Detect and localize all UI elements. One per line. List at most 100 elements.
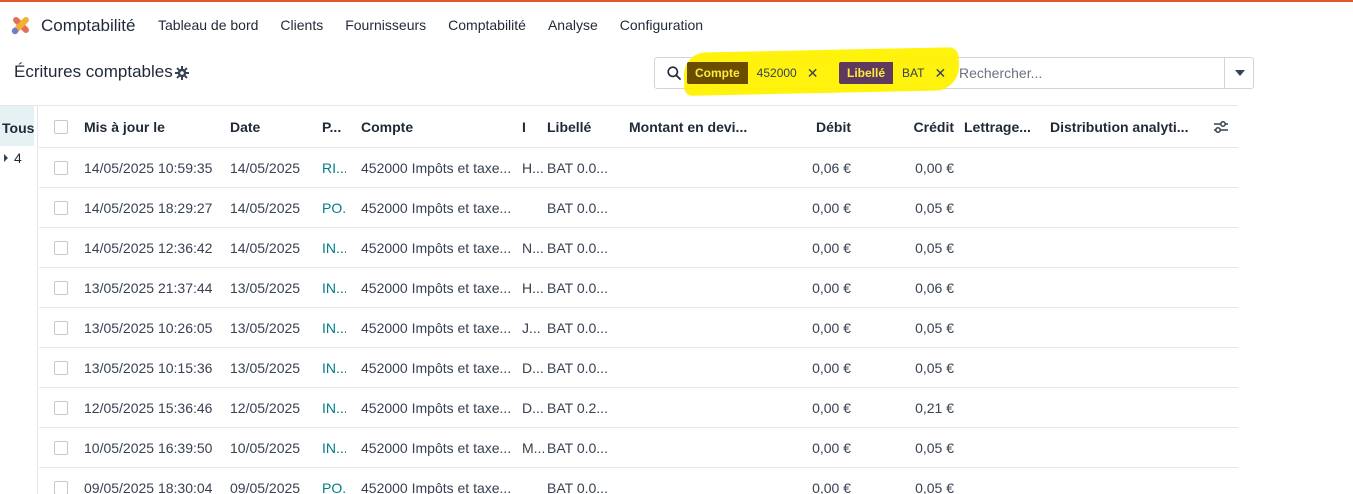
cell-debit: 0,00 € <box>812 400 851 416</box>
cell-label: BAT 0.0... <box>547 480 608 494</box>
cell-journal[interactable]: IN... <box>322 388 346 428</box>
gear-icon[interactable] <box>175 66 189 80</box>
cell-i: D... <box>522 360 544 376</box>
cell-updated: 14/05/2025 12:36:42 <box>84 240 213 256</box>
header-date[interactable]: Date <box>230 106 310 148</box>
cell-date: 12/05/2025 <box>230 400 301 416</box>
header-updated[interactable]: Mis à jour le <box>84 106 219 148</box>
header-label[interactable]: Libellé <box>547 106 622 148</box>
cell-date: 14/05/2025 <box>230 160 301 176</box>
table-row[interactable]: 09/05/2025 18:30:04 09/05/2025 PO... 452… <box>39 468 1238 494</box>
cell-journal[interactable]: IN... <box>322 228 346 268</box>
table-row[interactable]: 14/05/2025 10:59:35 14/05/2025 RI... 452… <box>39 148 1238 188</box>
header-credit[interactable]: Crédit <box>879 106 954 148</box>
row-checkbox[interactable] <box>54 361 68 375</box>
odoo-accounting-logo-icon[interactable] <box>10 14 32 36</box>
sliders-icon[interactable] <box>1213 120 1229 134</box>
menu-vendors[interactable]: Fournisseurs <box>334 17 437 33</box>
cell-credit: 0,21 € <box>915 400 954 416</box>
cell-label: BAT 0.0... <box>547 240 608 256</box>
menu-configuration[interactable]: Configuration <box>609 17 714 33</box>
menu-customers[interactable]: Clients <box>269 17 334 33</box>
close-icon[interactable]: ✕ <box>803 62 825 84</box>
menu-reporting[interactable]: Analyse <box>537 17 609 33</box>
cell-i: M... <box>522 440 544 456</box>
cell-date: 13/05/2025 <box>230 360 301 376</box>
select-all-checkbox[interactable] <box>54 120 68 134</box>
cell-journal[interactable]: IN... <box>322 268 346 308</box>
cell-i <box>522 188 544 228</box>
cell-label: BAT 0.0... <box>547 360 608 376</box>
cell-credit: 0,06 € <box>915 280 954 296</box>
cell-account: 452000 Impôts et taxe... <box>361 480 512 494</box>
cell-journal[interactable]: RI... <box>322 148 346 188</box>
app-name[interactable]: Comptabilité <box>41 16 136 36</box>
facet-label: Libellé <box>839 62 894 84</box>
row-checkbox[interactable] <box>54 441 68 455</box>
cell-journal[interactable]: IN... <box>322 428 346 468</box>
table-header-row: Mis à jour le Date P... Compte I Libellé… <box>39 106 1238 148</box>
group-item[interactable]: 4 <box>4 150 22 166</box>
table-row[interactable]: 14/05/2025 12:36:42 14/05/2025 IN... 452… <box>39 228 1238 268</box>
cell-journal[interactable]: IN... <box>322 348 346 388</box>
cell-journal[interactable]: PO... <box>322 468 346 494</box>
cell-credit: 0,05 € <box>915 240 954 256</box>
row-checkbox[interactable] <box>54 161 68 175</box>
cell-account: 452000 Impôts et taxe... <box>361 200 512 216</box>
table-row[interactable]: 14/05/2025 18:29:27 14/05/2025 PO... 452… <box>39 188 1238 228</box>
row-checkbox[interactable] <box>54 201 68 215</box>
cell-date: 10/05/2025 <box>230 440 301 456</box>
cell-account: 452000 Impôts et taxe... <box>361 360 512 376</box>
header-matching[interactable]: Lettrage... <box>964 106 1042 148</box>
close-icon[interactable]: ✕ <box>930 62 952 84</box>
cell-credit: 0,05 € <box>915 200 954 216</box>
cell-date: 13/05/2025 <box>230 280 301 296</box>
table-row[interactable]: 12/05/2025 15:36:46 12/05/2025 IN... 452… <box>39 388 1238 428</box>
header-analytic[interactable]: Distribution analyti... <box>1050 106 1200 148</box>
cell-i <box>522 468 544 494</box>
search-input[interactable] <box>959 63 1219 83</box>
header-i[interactable]: I <box>522 106 542 148</box>
cell-label: BAT 0.0... <box>547 160 608 176</box>
cell-journal[interactable]: IN... <box>322 308 346 348</box>
table-row[interactable]: 10/05/2025 16:39:50 10/05/2025 IN... 452… <box>39 428 1238 468</box>
row-checkbox[interactable] <box>54 241 68 255</box>
cell-debit: 0,00 € <box>812 280 851 296</box>
cell-i: H... <box>522 160 544 176</box>
cell-account: 452000 Impôts et taxe... <box>361 400 512 416</box>
header-currency-amount[interactable]: Montant en devi... <box>629 106 769 148</box>
cell-updated: 13/05/2025 10:15:36 <box>84 360 213 376</box>
header-partner[interactable]: P... <box>322 106 346 148</box>
cell-credit: 0,00 € <box>915 160 954 176</box>
menu-accounting[interactable]: Comptabilité <box>437 17 537 33</box>
cell-account: 452000 Impôts et taxe... <box>361 280 512 296</box>
cell-updated: 09/05/2025 18:30:04 <box>84 480 213 494</box>
cell-label: BAT 0.0... <box>547 280 608 296</box>
cell-i: H... <box>522 280 544 296</box>
row-checkbox[interactable] <box>54 281 68 295</box>
facet-value: BAT <box>902 66 925 80</box>
cell-date: 14/05/2025 <box>230 200 301 216</box>
cell-debit: 0,00 € <box>812 480 851 494</box>
row-checkbox[interactable] <box>54 401 68 415</box>
menu-dashboard[interactable]: Tableau de bord <box>147 17 269 33</box>
search-options-toggle[interactable] <box>1224 57 1254 89</box>
row-checkbox[interactable] <box>54 321 68 335</box>
header-debit[interactable]: Débit <box>779 106 851 148</box>
cell-journal[interactable]: PO... <box>322 188 346 228</box>
table-row[interactable]: 13/05/2025 21:37:44 13/05/2025 IN... 452… <box>39 268 1238 308</box>
table-row[interactable]: 13/05/2025 10:15:36 13/05/2025 IN... 452… <box>39 348 1238 388</box>
table-row[interactable]: 13/05/2025 10:26:05 13/05/2025 IN... 452… <box>39 308 1238 348</box>
cell-debit: 0,00 € <box>812 360 851 376</box>
cell-i: N... <box>522 240 544 256</box>
cell-credit: 0,05 € <box>915 480 954 494</box>
cell-updated: 14/05/2025 10:59:35 <box>84 160 213 176</box>
header-account[interactable]: Compte <box>361 106 511 148</box>
cell-debit: 0,06 € <box>812 160 851 176</box>
cell-label: BAT 0.0... <box>547 320 608 336</box>
cell-updated: 14/05/2025 18:29:27 <box>84 200 213 216</box>
group-all[interactable]: Tous <box>0 106 34 146</box>
cell-debit: 0,00 € <box>812 240 851 256</box>
cell-updated: 10/05/2025 16:39:50 <box>84 440 213 456</box>
row-checkbox[interactable] <box>54 481 68 494</box>
